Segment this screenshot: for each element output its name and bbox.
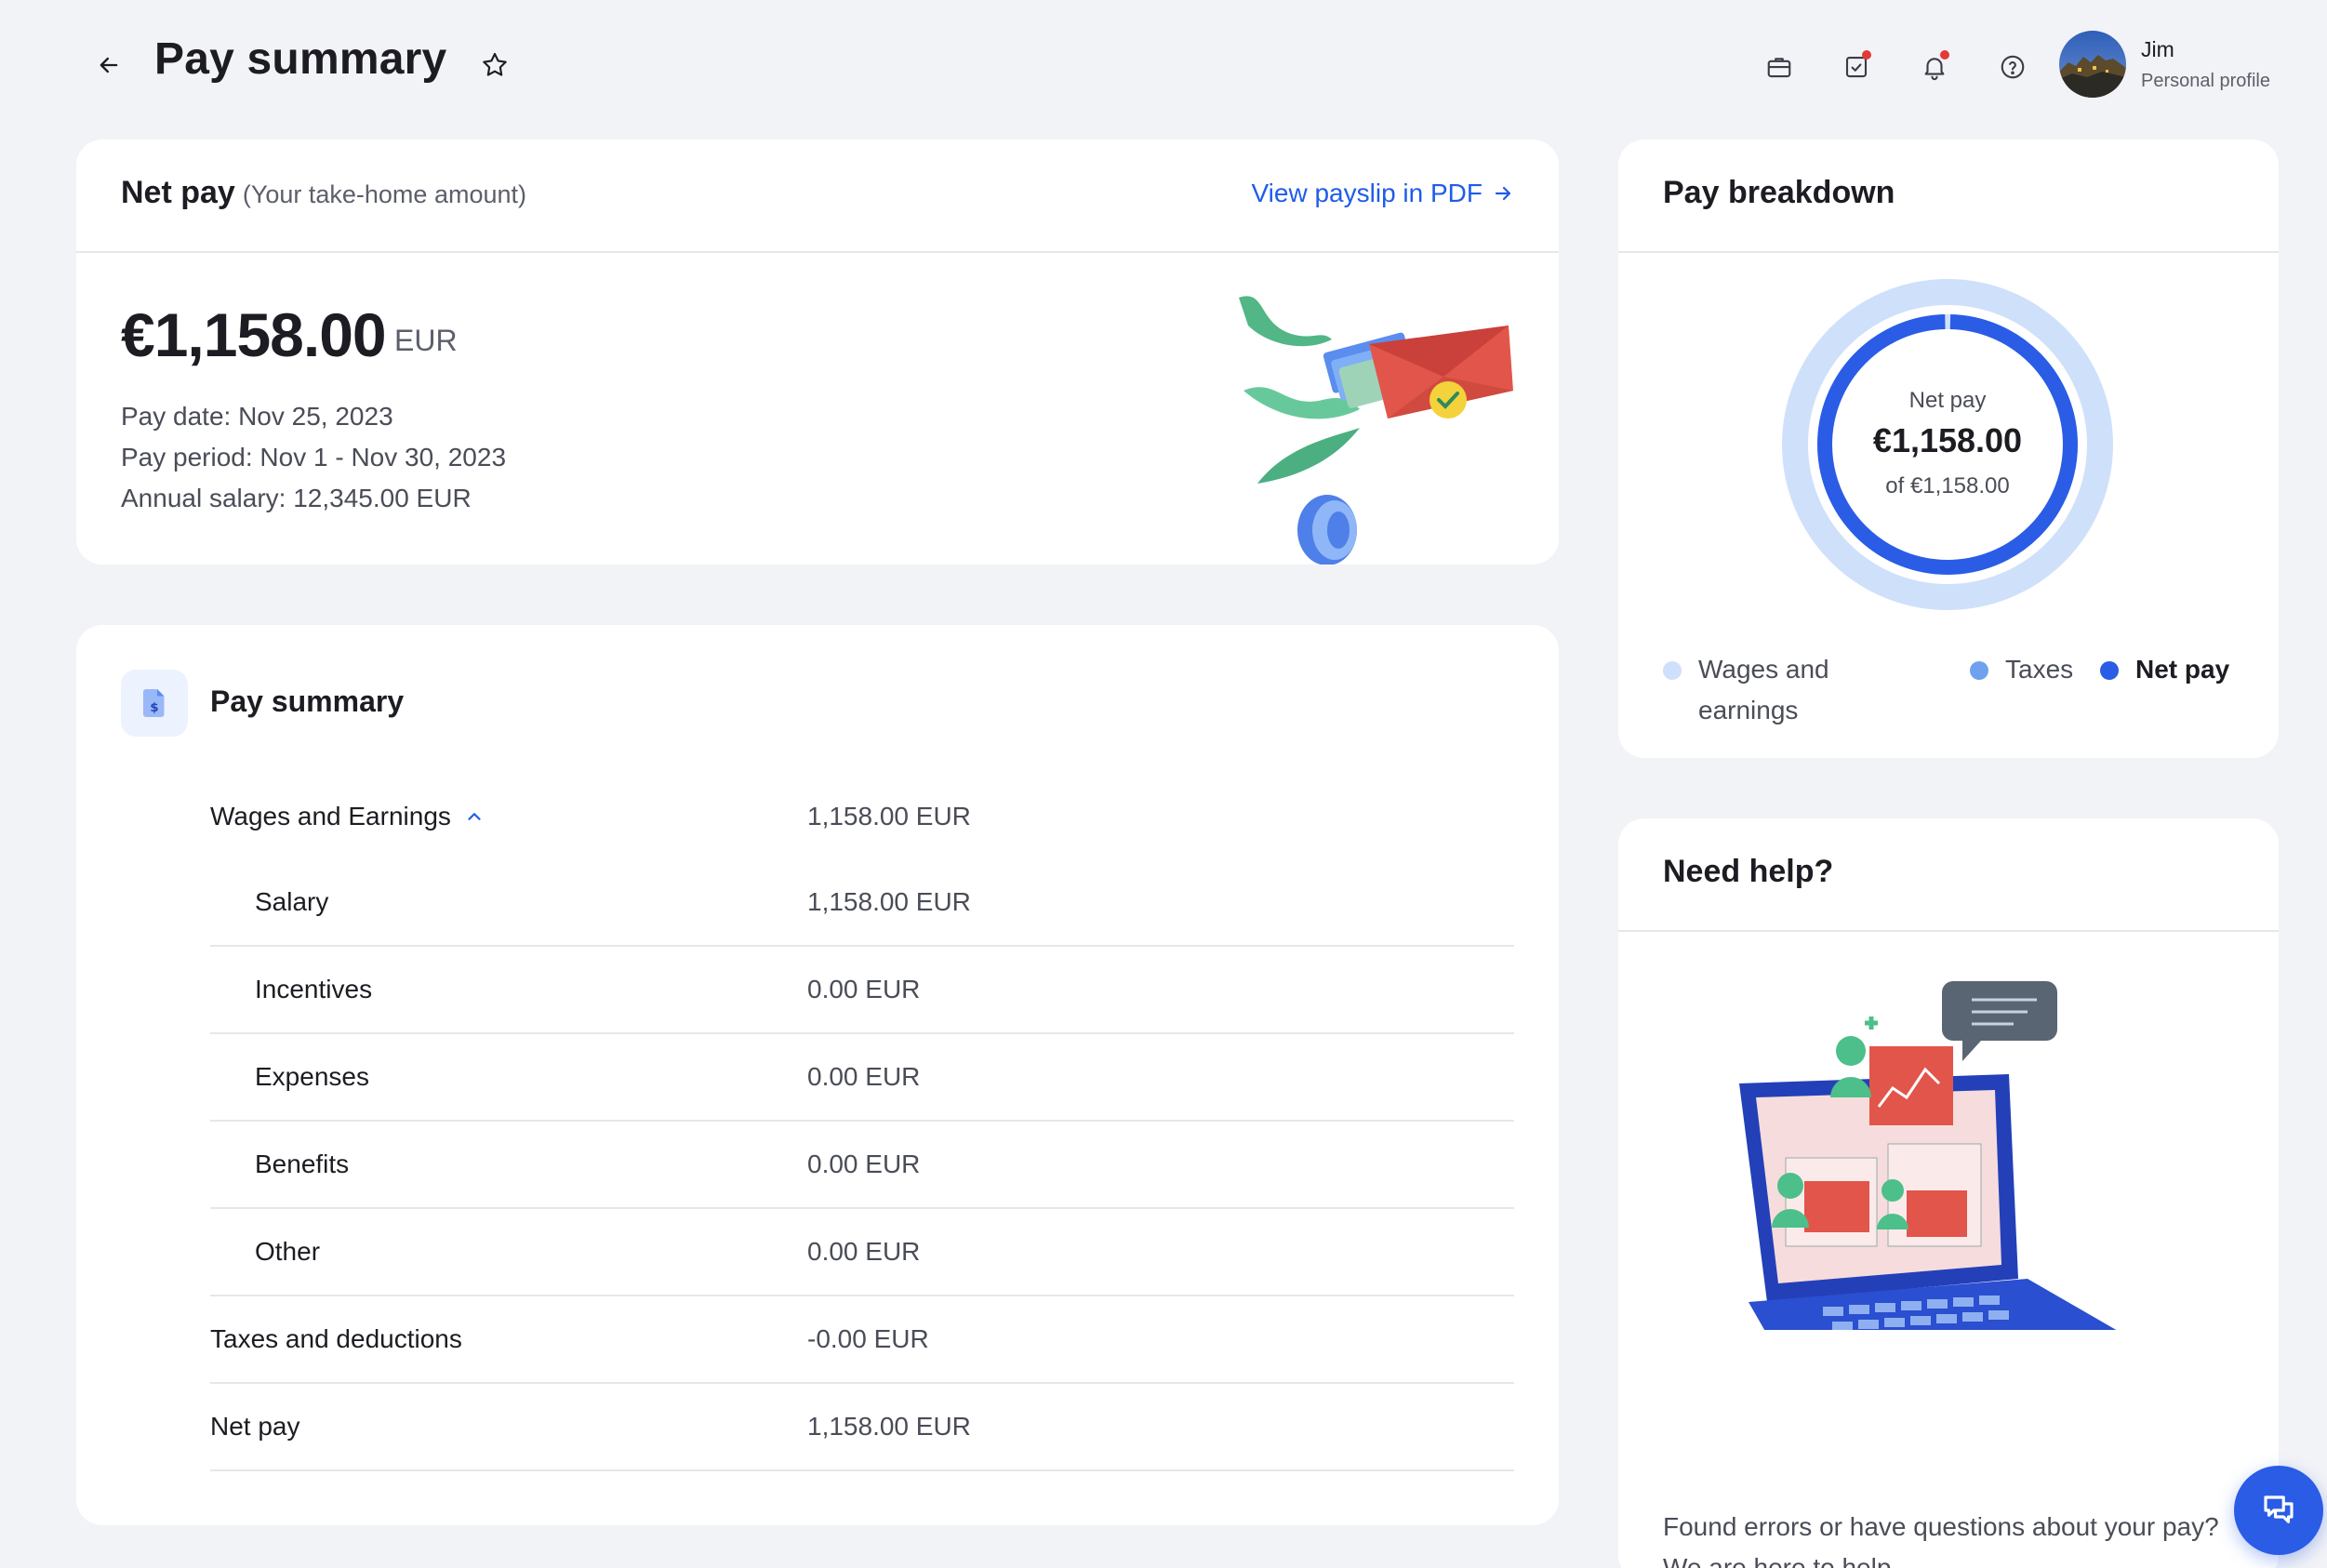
net-pay-row: Net pay 1,158.00 EUR [210, 1384, 1514, 1471]
briefcase-button[interactable] [1759, 47, 1800, 87]
pay-breakdown-title: Pay breakdown [1663, 175, 1895, 210]
back-button[interactable] [88, 45, 129, 86]
arrow-right-icon [1495, 186, 1511, 201]
table-row: Other 0.00 EUR [210, 1209, 1514, 1296]
taxes-deductions-row: Taxes and deductions -0.00 EUR [210, 1296, 1514, 1384]
net-pay-amount: €1,158.00 [121, 300, 387, 369]
net-pay-row-value: 1,158.00 EUR [807, 1412, 971, 1441]
help-button[interactable] [1992, 47, 2033, 87]
wages-earnings-label-text: Wages and Earnings [210, 802, 451, 831]
pay-summary-card: $ Pay summary Wages and Earnings 1,158.0… [76, 625, 1559, 1525]
legend-wages-label: Wages and earnings [1698, 655, 1829, 724]
row-value: 0.00 EUR [807, 975, 921, 1003]
arrow-left-icon [100, 57, 118, 73]
pay-summary-icon-wrap: $ [121, 670, 188, 737]
briefcase-icon [1767, 58, 1791, 78]
document-dollar-icon: $ [143, 689, 165, 717]
user-name: Jim [2141, 37, 2174, 61]
wages-earnings-label: Wages and Earnings [210, 802, 485, 833]
row-value: 0.00 EUR [807, 1149, 921, 1178]
need-help-title: Need help? [1663, 854, 1834, 889]
laptop-help-illustration [1739, 981, 2117, 1330]
table-row: Incentives 0.00 EUR [210, 947, 1514, 1034]
taxes-deductions-label: Taxes and deductions [210, 1324, 462, 1353]
donut-center-amount: €1,158.00 [1873, 421, 2022, 459]
row-label: Benefits [255, 1149, 350, 1178]
net-pay-header: Net pay (Your take-home amount) View pays… [76, 140, 1559, 253]
notification-dot [1862, 50, 1871, 60]
row-value: 0.00 EUR [807, 1062, 921, 1091]
user-profile-type: Personal profile [2141, 71, 2270, 91]
profile-photo-icon [2059, 31, 2126, 98]
legend-taxes-dot [1970, 661, 1988, 680]
legend-wages-dot [1663, 661, 1682, 680]
row-label: Salary [255, 887, 329, 916]
notification-dot [1940, 50, 1949, 60]
net-pay-row-label: Net pay [210, 1412, 300, 1441]
net-pay-title-text: Net pay [121, 175, 235, 210]
chat-bubbles-icon [2264, 1495, 2294, 1523]
pay-breakdown-card: Pay breakdown Net pay €1,158.00 of €1,15… [1618, 140, 2279, 758]
row-value: 1,158.00 EUR [807, 887, 971, 916]
view-payslip-pdf-link[interactable]: View payslip in PDF [1252, 179, 1514, 208]
net-pay-title: Net pay (Your take-home amount) [121, 175, 526, 211]
need-help-header: Need help? [1618, 818, 2279, 932]
avatar[interactable] [2059, 31, 2126, 98]
page-title: Pay summary [154, 34, 447, 84]
svg-text:$: $ [150, 700, 158, 715]
question-circle-icon [2001, 55, 2025, 79]
table-row: Expenses 0.00 EUR [210, 1034, 1514, 1122]
net-pay-currency: EUR [394, 324, 458, 357]
net-pay-card: Net pay (Your take-home amount) View pays… [76, 140, 1559, 565]
money-envelope-illustration [1239, 296, 1513, 565]
need-help-text: Found errors or have questions about you… [1663, 1512, 2219, 1568]
chevron-up-icon [468, 812, 481, 820]
row-label: Incentives [255, 975, 373, 1003]
annual-salary: Annual salary: 12,345.00 EUR [121, 484, 472, 512]
row-label: Other [255, 1237, 321, 1266]
legend-net-pay-dot [2100, 661, 2119, 680]
net-pay-subtitle: (Your take-home amount) [242, 180, 526, 208]
row-label: Expenses [255, 1062, 369, 1091]
chat-button[interactable] [2234, 1466, 2323, 1555]
need-help-card: Need help? Found errors or have question… [1618, 818, 2279, 1568]
table-row: Salary 1,158.00 EUR [210, 859, 1514, 947]
legend-wages: Wages and earnings [1663, 649, 1886, 731]
notifications-button[interactable] [1914, 47, 1955, 87]
wages-earnings-row: Wages and Earnings 1,158.00 EUR [210, 774, 1514, 861]
table-row: Benefits 0.00 EUR [210, 1122, 1514, 1209]
tasks-button[interactable] [1836, 47, 1877, 87]
view-payslip-pdf-label: View payslip in PDF [1251, 179, 1483, 207]
donut-center-label: Net pay [1909, 388, 1987, 413]
donut-center-total: of €1,158.00 [1885, 473, 2009, 498]
legend-net-pay-label: Net pay [2135, 655, 2230, 684]
star-icon [483, 52, 507, 76]
row-value: 0.00 EUR [807, 1237, 921, 1266]
collapse-wages-button[interactable] [464, 804, 485, 833]
favorite-button[interactable] [474, 45, 515, 86]
pay-breakdown-donut: Net pay €1,158.00 of €1,158.00 [1782, 279, 2113, 610]
legend-taxes-label: Taxes [2005, 655, 2074, 684]
pay-date: Pay date: Nov 25, 2023 [121, 402, 393, 431]
wages-earnings-value: 1,158.00 EUR [807, 802, 971, 831]
pay-breakdown-header: Pay breakdown [1618, 140, 2279, 253]
pay-period: Pay period: Nov 1 - Nov 30, 2023 [121, 443, 507, 472]
taxes-deductions-value: -0.00 EUR [807, 1324, 929, 1353]
pay-summary-title: Pay summary [210, 684, 405, 718]
legend-net-pay: Net pay [2100, 649, 2229, 690]
legend-taxes: Taxes [1970, 649, 2073, 690]
